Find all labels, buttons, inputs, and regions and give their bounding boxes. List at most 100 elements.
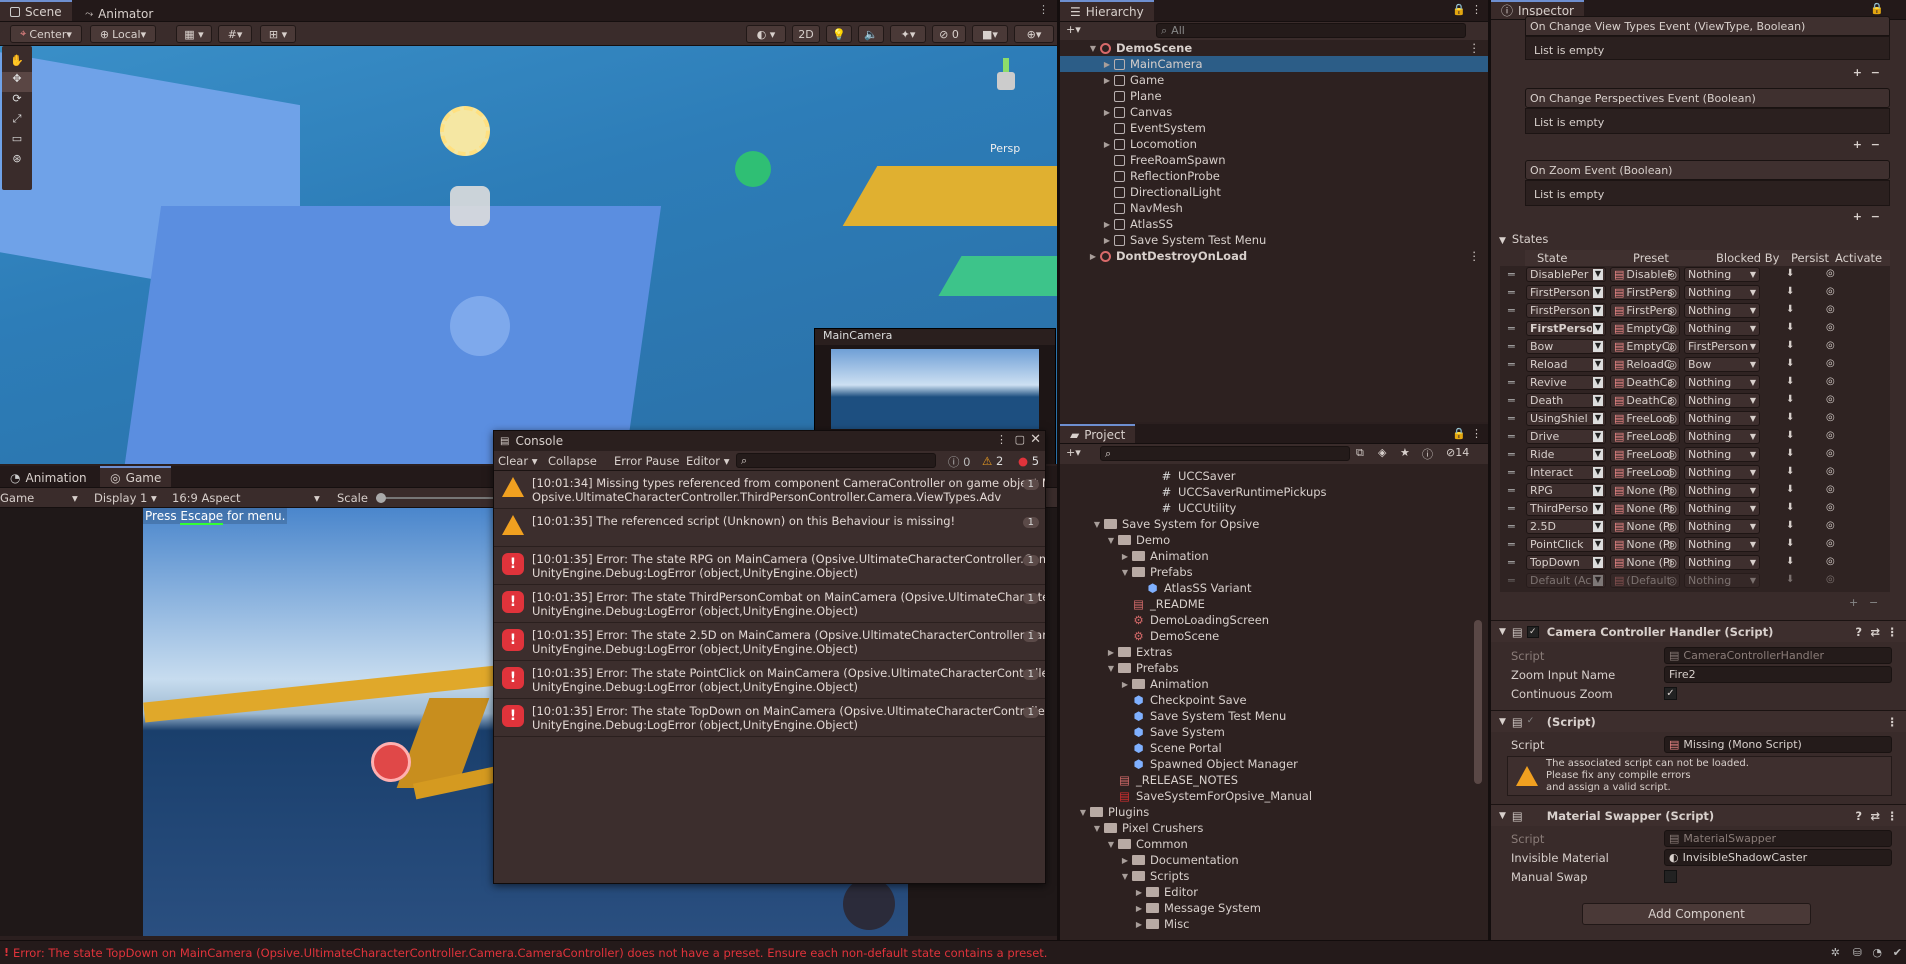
expanded-arrow-icon[interactable]: ▼ xyxy=(1078,808,1088,817)
state-row[interactable]: ═ Ride ▼ ▤ FreeLool ◎ Nothing ▼ ⬇ ◎ xyxy=(1500,446,1890,464)
persist-icon[interactable]: ⬇ xyxy=(1786,340,1794,351)
preset-field[interactable]: ▤ FreeLool ◎ xyxy=(1610,429,1680,444)
preset-field[interactable]: ▤ FreeLool ◎ xyxy=(1610,465,1680,480)
expanded-arrow-icon[interactable]: ▼ xyxy=(1106,536,1116,545)
add-state-icon[interactable]: + xyxy=(1849,596,1858,609)
project-item[interactable]: ⬢ AtlasSS Variant xyxy=(1060,580,1488,596)
grid-snap-button[interactable]: ▦ ▾ xyxy=(176,25,212,43)
log-entry[interactable]: ! [10:01:35] Error: The state PointClick… xyxy=(494,661,1045,699)
blocked-by-dropdown[interactable]: Nothing ▼ xyxy=(1684,267,1760,282)
state-row[interactable]: ═ FirstPerson ▼ ▤ FirstPers ◎ Nothing ▼ ⬇ ◎ xyxy=(1500,284,1890,302)
persist-icon[interactable]: ⬇ xyxy=(1786,448,1794,459)
collapsed-arrow-icon[interactable]: ▶ xyxy=(1120,680,1130,689)
project-scrollbar[interactable] xyxy=(1474,620,1482,784)
activate-toggle-icon[interactable]: ◎ xyxy=(1826,268,1835,279)
persist-icon[interactable]: ⬇ xyxy=(1786,556,1794,567)
tab-scene[interactable]: Scene xyxy=(0,0,72,21)
state-row[interactable]: ═ Bow ▼ ▤ EmptyCa ◎ FirstPerson ▼ ⬇ ◎ xyxy=(1500,338,1890,356)
activate-toggle-icon[interactable]: ◎ xyxy=(1826,556,1835,567)
blocked-by-dropdown[interactable]: Nothing ▼ xyxy=(1684,285,1760,300)
state-name-field[interactable]: FirstPerso ▼ xyxy=(1526,321,1606,336)
hierarchy-item[interactable]: ▶ Canvas xyxy=(1060,104,1488,120)
activate-toggle-icon[interactable]: ◎ xyxy=(1826,412,1835,423)
error-count[interactable]: ● 5 xyxy=(1018,454,1039,468)
pivot-center-button[interactable]: ⌖ Center ▾ xyxy=(10,25,82,43)
activate-toggle-icon[interactable]: ◎ xyxy=(1826,286,1835,297)
state-row[interactable]: ═ Default (Ac ▼ ▤ (Default ◎ Nothing ▼ ⬇ ◎ xyxy=(1500,572,1890,590)
state-dropdown-icon[interactable]: ▼ xyxy=(1593,449,1603,460)
info-icon[interactable]: ⓘ xyxy=(1422,446,1433,462)
progress-icon[interactable]: ◔ xyxy=(1872,946,1882,959)
preset-field[interactable]: ▤ EmptyCa ◎ xyxy=(1610,321,1680,336)
hierarchy-item[interactable]: Plane xyxy=(1060,88,1488,104)
check-icon[interactable]: ✔ xyxy=(1893,946,1902,959)
object-picker-icon[interactable]: ◎ xyxy=(1667,286,1677,299)
state-dropdown-icon[interactable]: ▼ xyxy=(1593,557,1603,568)
persist-icon[interactable]: ⬇ xyxy=(1786,484,1794,495)
state-name-field[interactable]: PointClick ▼ xyxy=(1526,537,1606,552)
state-dropdown-icon[interactable]: ▼ xyxy=(1593,521,1603,532)
preset-icon[interactable]: ⇄ xyxy=(1870,625,1880,639)
blocked-by-dropdown[interactable]: FirstPerson ▼ xyxy=(1684,339,1760,354)
collapsed-arrow-icon[interactable]: ▶ xyxy=(1120,552,1130,561)
blocked-by-dropdown[interactable]: Nothing ▼ xyxy=(1684,483,1760,498)
expanded-arrow-icon[interactable]: ▼ xyxy=(1106,840,1116,849)
collapsed-arrow-icon[interactable]: ▶ xyxy=(1102,108,1112,117)
state-name-field[interactable]: Default (Ac ▼ xyxy=(1526,573,1606,588)
project-item[interactable]: ▼ Scripts xyxy=(1060,868,1488,884)
drag-handle-icon[interactable]: ═ xyxy=(1508,484,1515,497)
transform-tool-icon[interactable]: ⊛ xyxy=(2,152,32,172)
project-item[interactable]: ▶ Animation xyxy=(1060,676,1488,692)
object-picker-icon[interactable]: ◎ xyxy=(1667,538,1677,551)
activate-toggle-icon[interactable]: ◎ xyxy=(1826,304,1835,315)
error-pause-button[interactable]: Error Pause xyxy=(614,454,680,468)
blocked-by-dropdown[interactable]: Nothing ▼ xyxy=(1684,411,1760,426)
persist-icon[interactable]: ⬇ xyxy=(1786,376,1794,387)
component-material-swapper[interactable]: ▼ ▤ Material Swapper (Script) ? ⇄ ⋮ xyxy=(1491,804,1906,826)
add-item-icon[interactable]: + xyxy=(1853,138,1862,151)
collapsed-arrow-icon[interactable]: ▶ xyxy=(1134,920,1144,929)
object-picker-icon[interactable]: ◎ xyxy=(1667,520,1677,533)
preset-field[interactable]: ▤ FreeLool ◎ xyxy=(1610,411,1680,426)
drag-handle-icon[interactable]: ═ xyxy=(1508,430,1515,443)
drag-handle-icon[interactable]: ═ xyxy=(1508,322,1515,335)
project-item[interactable]: ▶ Extras xyxy=(1060,644,1488,660)
expanded-arrow-icon[interactable]: ▼ xyxy=(1092,520,1102,529)
state-dropdown-icon[interactable]: ▼ xyxy=(1593,269,1603,280)
add-component-button[interactable]: Add Component xyxy=(1582,903,1811,925)
preset-icon[interactable]: ⇄ xyxy=(1870,809,1880,823)
blocked-by-dropdown[interactable]: Nothing ▼ xyxy=(1684,465,1760,480)
state-row[interactable]: ═ Death ▼ ▤ DeathCa ◎ Nothing ▼ ⬇ ◎ xyxy=(1500,392,1890,410)
state-row[interactable]: ═ FirstPerson ▼ ▤ FirstPers ◎ Nothing ▼ ⬇ ◎ xyxy=(1500,302,1890,320)
drag-handle-icon[interactable]: ═ xyxy=(1508,376,1515,389)
activate-toggle-icon[interactable]: ◎ xyxy=(1826,430,1835,441)
draw-mode-button[interactable]: ◐ ▾ xyxy=(746,25,786,43)
project-item[interactable]: ▼ Prefabs xyxy=(1060,660,1488,676)
collapsed-arrow-icon[interactable]: ▶ xyxy=(1088,252,1098,261)
state-name-field[interactable]: ThirdPerso ▼ xyxy=(1526,501,1606,516)
persist-icon[interactable]: ⬇ xyxy=(1786,538,1794,549)
blocked-by-dropdown[interactable]: Bow ▼ xyxy=(1684,357,1760,372)
object-picker-icon[interactable]: ◎ xyxy=(1667,394,1677,407)
persist-icon[interactable]: ⬇ xyxy=(1786,466,1794,477)
preset-field[interactable]: ▤ EmptyCa ◎ xyxy=(1610,339,1680,354)
add-icon[interactable]: +▾ xyxy=(1066,446,1081,459)
hierarchy-item[interactable]: EventSystem xyxy=(1060,120,1488,136)
blocked-by-dropdown[interactable]: Nothing ▼ xyxy=(1684,393,1760,408)
increment-snap-button[interactable]: ⊞ ▾ xyxy=(260,25,296,43)
editor-dropdown[interactable]: Editor ▾ xyxy=(686,454,729,468)
object-picker-icon[interactable]: ◎ xyxy=(1667,574,1677,587)
state-name-field[interactable]: Death ▼ xyxy=(1526,393,1606,408)
state-name-field[interactable]: DisablePer ▼ xyxy=(1526,267,1606,282)
object-picker-icon[interactable]: ◎ xyxy=(1667,268,1677,281)
drag-handle-icon[interactable]: ═ xyxy=(1508,556,1515,569)
collapsed-arrow-icon[interactable]: ▶ xyxy=(1102,236,1112,245)
collapsed-arrow-icon[interactable]: ▶ xyxy=(1102,220,1112,229)
drag-handle-icon[interactable]: ═ xyxy=(1508,358,1515,371)
state-dropdown-icon[interactable]: ▼ xyxy=(1593,341,1603,352)
persist-icon[interactable]: ⬇ xyxy=(1786,430,1794,441)
toggle-2d-button[interactable]: 2D xyxy=(792,25,820,43)
collapsed-arrow-icon[interactable]: ▶ xyxy=(1106,648,1116,657)
activate-toggle-icon[interactable]: ◎ xyxy=(1826,448,1835,459)
state-dropdown-icon[interactable]: ▼ xyxy=(1593,323,1603,334)
